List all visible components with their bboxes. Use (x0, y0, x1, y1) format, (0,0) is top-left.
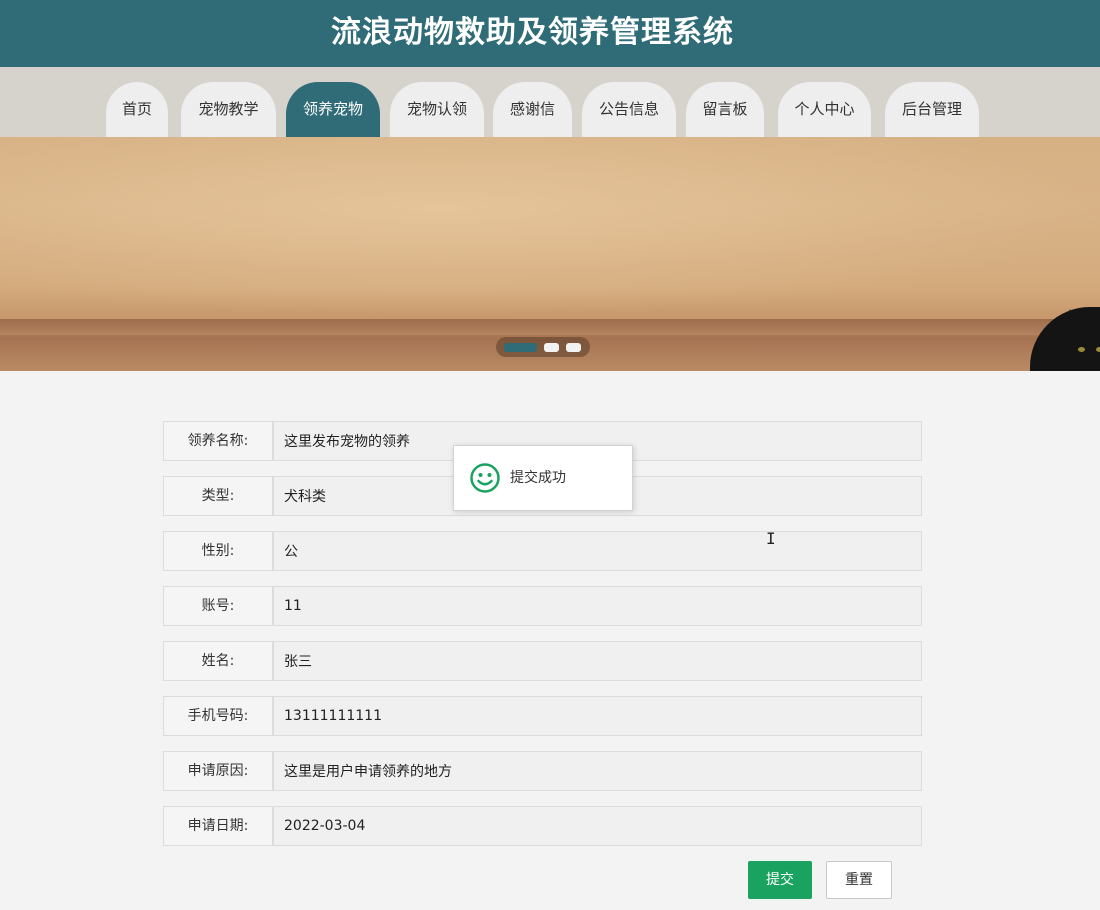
account-label: 账号: (163, 586, 273, 626)
form-row-date: 申请日期: (163, 806, 922, 846)
nav-tab-pet-teaching[interactable]: 宠物教学 (181, 82, 276, 137)
nav-tab-personal-center[interactable]: 个人中心 (778, 82, 871, 137)
nav-tab-message-board[interactable]: 留言板 (686, 82, 764, 137)
phone-input[interactable] (273, 696, 922, 736)
reason-input[interactable] (273, 751, 922, 791)
carousel-dot-3[interactable] (566, 343, 581, 352)
reset-button[interactable]: 重置 (826, 861, 892, 899)
phone-label: 手机号码: (163, 696, 273, 736)
smile-icon (470, 463, 500, 493)
cat-eye (1096, 347, 1100, 352)
nav-tab-pet-claim[interactable]: 宠物认领 (390, 82, 484, 137)
form-row-reason: 申请原因: (163, 751, 922, 791)
date-input[interactable] (273, 806, 922, 846)
banner-wall (0, 137, 1100, 317)
date-label: 申请日期: (163, 806, 273, 846)
name-label: 姓名: (163, 641, 273, 681)
main-navbar: 首页 宠物教学 领养宠物 宠物认领 感谢信 公告信息 留言板 个人中心 后台管理 (0, 67, 1100, 137)
form-row-name: 姓名: (163, 641, 922, 681)
name-input[interactable] (273, 641, 922, 681)
text-cursor-icon: I (766, 529, 776, 548)
gender-label: 性别: (163, 531, 273, 571)
cat-ear (1062, 309, 1078, 327)
reason-label: 申请原因: (163, 751, 273, 791)
cat-eye (1078, 347, 1085, 352)
form-row-phone: 手机号码: (163, 696, 922, 736)
form-row-account: 账号: (163, 586, 922, 626)
nav-tab-admin[interactable]: 后台管理 (885, 82, 979, 137)
account-input[interactable] (273, 586, 922, 626)
carousel-indicator (496, 337, 590, 357)
gender-input[interactable] (273, 531, 922, 571)
adoption-name-label: 领养名称: (163, 421, 273, 461)
nav-tab-adopt-pet[interactable]: 领养宠物 (286, 82, 380, 137)
success-toast: 提交成功 (453, 445, 633, 511)
toast-message: 提交成功 (510, 470, 566, 486)
carousel-dot-2[interactable] (544, 343, 559, 352)
form-row-gender: 性别: (163, 531, 922, 571)
nav-tab-home[interactable]: 首页 (106, 82, 168, 137)
site-title: 流浪动物救助及领养管理系统 (331, 15, 734, 50)
site-header: 流浪动物救助及领养管理系统 (0, 0, 1100, 67)
carousel-dot-1[interactable] (504, 343, 537, 352)
nav-tab-thank-you-letter[interactable]: 感谢信 (493, 82, 572, 137)
submit-button[interactable]: 提交 (748, 861, 812, 899)
type-label: 类型: (163, 476, 273, 516)
banner-carousel (0, 137, 1100, 371)
nav-tab-announcements[interactable]: 公告信息 (582, 82, 676, 137)
banner-ledge (0, 319, 1100, 335)
